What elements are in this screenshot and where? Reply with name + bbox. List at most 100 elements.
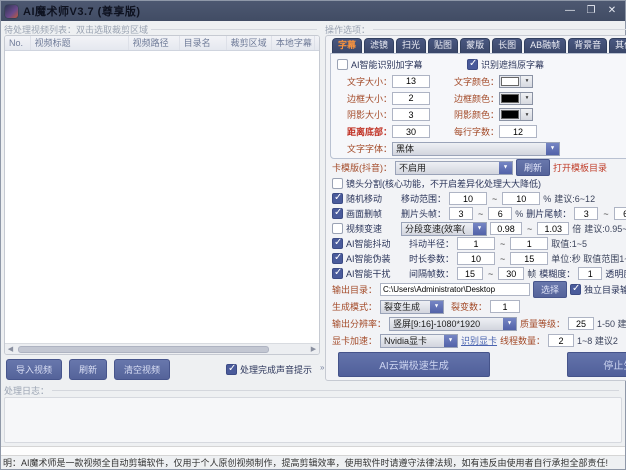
col-title[interactable]: 视频标题 xyxy=(31,36,129,50)
independent-output-option[interactable]: 独立目录输出 xyxy=(570,283,626,296)
tab-subtitle[interactable]: 字幕 xyxy=(332,38,362,53)
duration-min-input[interactable] xyxy=(457,252,495,265)
gpu-row: 显卡加速： Nvidia显卡 识别显卡 线程数量： 1~8 建议2 xyxy=(330,332,626,349)
border-color-swatch xyxy=(501,94,519,103)
threads-hint: 1~8 建议2 xyxy=(577,334,618,347)
maximize-button[interactable]: ❐ xyxy=(582,4,600,18)
tab-sweep-light[interactable]: 扫光 xyxy=(396,38,426,53)
chevron-down-icon[interactable] xyxy=(520,93,532,104)
text-color-label: 文字颜色： xyxy=(454,75,499,88)
tab-other[interactable]: 其他 xyxy=(609,38,626,53)
head-frames-min-input[interactable] xyxy=(449,207,473,220)
log-output-area[interactable] xyxy=(4,397,622,443)
chevron-down-icon[interactable] xyxy=(444,335,457,347)
col-crop-region[interactable]: 裁剪区域 xyxy=(227,36,272,50)
move-range-min-input[interactable] xyxy=(449,192,487,205)
border-color-label: 边框颜色： xyxy=(454,92,499,105)
random-move-checkbox[interactable] xyxy=(332,193,343,204)
interval-min-input[interactable] xyxy=(457,267,483,280)
splitter-collapse-icon[interactable] xyxy=(320,361,328,375)
sound-hint-checkbox[interactable] xyxy=(226,364,237,375)
open-template-dir-link[interactable]: 打开模板目录 xyxy=(553,161,607,174)
text-size-input[interactable] xyxy=(392,75,430,88)
tab-mask[interactable]: 蒙版 xyxy=(460,38,490,53)
output-dir-input[interactable] xyxy=(380,283,530,296)
scroll-right-icon[interactable]: ▶ xyxy=(308,344,319,355)
tab-filter[interactable]: 滤镜 xyxy=(364,38,394,53)
chevron-down-icon[interactable] xyxy=(503,318,516,330)
independent-output-checkbox[interactable] xyxy=(570,284,581,295)
move-range-max-input[interactable] xyxy=(502,192,540,205)
lens-split-checkbox[interactable] xyxy=(332,178,343,189)
fission-count-input[interactable] xyxy=(490,300,520,313)
chevron-down-icon[interactable] xyxy=(473,223,486,235)
tab-sticker[interactable]: 贴图 xyxy=(428,38,458,53)
blur-input[interactable] xyxy=(578,267,602,280)
border-size-input[interactable] xyxy=(392,92,430,105)
speed-max-input[interactable] xyxy=(537,222,569,235)
gpu-dropdown[interactable]: Nvidia显卡 xyxy=(380,334,458,348)
video-list-actions: 导入视频 刷新 清空视频 处理完成声音提示 xyxy=(4,355,320,381)
scrollbar-thumb[interactable] xyxy=(18,346,269,353)
text-color-dropdown[interactable] xyxy=(499,75,533,88)
choose-dir-button[interactable]: 选择 xyxy=(533,281,567,298)
quality-input[interactable] xyxy=(568,317,594,330)
tail-frames-max-input[interactable] xyxy=(614,207,626,220)
gen-mode-dropdown[interactable]: 裂变生成 xyxy=(380,300,444,314)
col-local-subtitle[interactable]: 本地字幕 xyxy=(272,36,315,50)
chevron-down-icon[interactable] xyxy=(520,109,532,120)
col-no[interactable]: No. xyxy=(5,36,31,50)
chevron-down-icon[interactable] xyxy=(430,301,443,313)
shake-radius-min-input[interactable] xyxy=(457,237,495,250)
head-frames-max-input[interactable] xyxy=(488,207,512,220)
frame-delete-checkbox[interactable] xyxy=(332,208,343,219)
chevron-down-icon[interactable] xyxy=(520,76,532,87)
tab-ab-frame[interactable]: AB融帧 xyxy=(524,38,566,53)
ai-add-subtitle-checkbox[interactable] xyxy=(337,59,348,70)
close-button[interactable]: ✕ xyxy=(603,4,621,18)
refresh-button[interactable]: 刷新 xyxy=(69,359,107,380)
bottom-distance-input[interactable] xyxy=(392,125,430,138)
ai-interfere-checkbox[interactable] xyxy=(332,268,343,279)
stop-generate-button[interactable]: 停止生成 xyxy=(567,352,626,377)
speed-change-checkbox[interactable] xyxy=(332,223,343,234)
horizontal-scrollbar[interactable]: ◀ ▶ xyxy=(5,343,319,354)
col-status[interactable]: 状态 xyxy=(315,36,319,50)
tab-bgm[interactable]: 背景音 xyxy=(568,38,607,53)
shadow-size-input[interactable] xyxy=(392,108,430,121)
col-dirname[interactable]: 目录名 xyxy=(180,36,227,50)
minimize-button[interactable]: — xyxy=(561,4,579,18)
tab-long-image[interactable]: 长图 xyxy=(492,38,522,53)
font-dropdown[interactable]: 黑体 xyxy=(392,142,560,156)
ai-add-subtitle-option[interactable]: AI智能识别加字幕 xyxy=(337,58,467,71)
chars-per-line-input[interactable] xyxy=(499,125,537,138)
chevron-down-icon[interactable] xyxy=(546,143,559,155)
tail-frames-min-input[interactable] xyxy=(574,207,598,220)
speed-mode-dropdown[interactable]: 分段变速(效率( xyxy=(401,222,487,236)
clear-videos-button[interactable]: 清空视频 xyxy=(114,359,170,380)
video-table-body[interactable] xyxy=(5,51,319,343)
shadow-color-dropdown[interactable] xyxy=(499,108,533,121)
template-refresh-button[interactable]: 刷新 xyxy=(516,159,550,176)
border-color-dropdown[interactable] xyxy=(499,92,533,105)
ai-shake-checkbox[interactable] xyxy=(332,238,343,249)
chevron-down-icon[interactable] xyxy=(499,162,512,174)
group-rule xyxy=(52,390,619,391)
scrollbar-track[interactable] xyxy=(16,345,308,354)
card-template-dropdown[interactable]: 不启用 xyxy=(395,161,513,175)
cover-original-option[interactable]: 识别遮挡原字幕 xyxy=(467,58,544,71)
sound-hint-option[interactable]: 处理完成声音提示 xyxy=(226,363,312,376)
shake-radius-max-input[interactable] xyxy=(510,237,548,250)
threads-input[interactable] xyxy=(548,334,574,347)
speed-min-input[interactable] xyxy=(490,222,522,235)
detect-gpu-link[interactable]: 识别显卡 xyxy=(461,334,497,347)
duration-max-input[interactable] xyxy=(510,252,548,265)
scroll-left-icon[interactable]: ◀ xyxy=(5,344,16,355)
col-path[interactable]: 视频路径 xyxy=(129,36,180,50)
ai-disguise-checkbox[interactable] xyxy=(332,253,343,264)
interval-max-input[interactable] xyxy=(498,267,524,280)
resolution-dropdown[interactable]: 竖屏[9:16]-1080*1920 xyxy=(389,317,517,331)
import-videos-button[interactable]: 导入视频 xyxy=(6,359,62,380)
cover-original-checkbox[interactable] xyxy=(467,59,478,70)
cloud-generate-button[interactable]: AI云端极速生成 xyxy=(338,352,490,377)
